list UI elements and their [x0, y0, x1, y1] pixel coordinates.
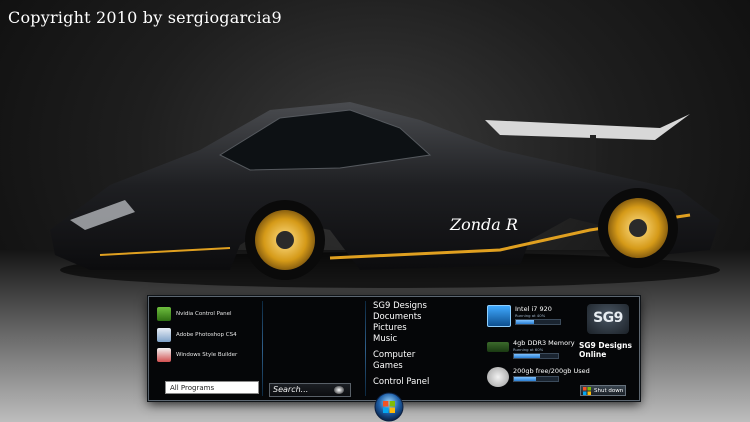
all-programs-button[interactable]: All Programs	[165, 381, 259, 394]
shutdown-button[interactable]: Shut down	[580, 385, 626, 396]
column-divider	[262, 301, 263, 396]
memory-sub: Running at 60%	[513, 347, 544, 352]
program-label: Adobe Photoshop CS4	[176, 332, 237, 338]
intel-core-icon	[487, 305, 511, 327]
search-placeholder: Search...	[273, 385, 309, 394]
place-computer[interactable]: Computer	[373, 350, 485, 361]
start-orb-button[interactable]	[374, 392, 404, 422]
windows-flag-icon	[583, 386, 591, 395]
program-windows-style-builder[interactable]: Windows Style Builder	[157, 346, 237, 364]
photoshop-icon	[157, 328, 171, 342]
disk-bar-fill	[514, 377, 536, 381]
system-info-panel: Intel i7 920 Running at 40% 4gb DDR3 Mem…	[483, 301, 633, 396]
memory-title: 4gb DDR3 Memory	[513, 339, 575, 347]
memory-gadget: 4gb DDR3 Memory Running at 60%	[487, 339, 575, 359]
memory-module-icon	[487, 342, 509, 352]
cpu-bar-fill	[516, 320, 534, 324]
memory-bar	[513, 353, 559, 359]
program-adobe-photoshop[interactable]: Adobe Photoshop CS4	[157, 326, 237, 344]
column-divider	[365, 301, 366, 396]
memory-bar-fill	[514, 354, 541, 358]
search-input[interactable]: Search...	[269, 383, 351, 397]
place-pictures[interactable]: Pictures	[373, 323, 485, 334]
place-games[interactable]: Games	[373, 361, 485, 372]
places-list: SG9 Designs Documents Pictures Music Com…	[373, 301, 485, 388]
cpu-gadget: Intel i7 920 Running at 40%	[487, 305, 561, 327]
nvidia-icon	[157, 307, 171, 321]
copyright-text: Copyright 2010 by sergiogarcia9	[8, 8, 282, 27]
search-glow-icon	[334, 386, 344, 394]
program-label: Windows Style Builder	[176, 352, 238, 358]
program-nvidia-control-panel[interactable]: Nvidia Control Panel	[157, 305, 232, 323]
place-music[interactable]: Music	[373, 334, 485, 345]
cpu-title: Intel i7 920	[515, 305, 552, 313]
disk-title: 200gb free/200gb Used	[513, 367, 590, 375]
disk-bar	[513, 376, 559, 382]
cpu-sub: Running at 40%	[515, 313, 546, 318]
car-model-text: Zonda R	[449, 215, 518, 234]
program-label: Nvidia Control Panel	[176, 311, 232, 317]
car-illustration: Zonda R	[50, 102, 720, 288]
cpu-bar	[515, 319, 561, 325]
shutdown-label: Shut down	[594, 387, 624, 394]
place-documents[interactable]: Documents	[373, 312, 485, 323]
brand-text: SG9 Designs Online	[579, 341, 632, 359]
sg9-logo[interactable]: SG9	[587, 304, 629, 334]
start-menu: Nvidia Control Panel Adobe Photoshop CS4…	[148, 296, 640, 401]
disk-gadget: 200gb free/200gb Used	[487, 367, 590, 387]
hard-drive-icon	[487, 367, 509, 387]
style-builder-icon	[157, 348, 171, 362]
place-sg9-designs[interactable]: SG9 Designs	[373, 301, 485, 312]
place-control-panel[interactable]: Control Panel	[373, 377, 485, 388]
pinned-programs-list: Nvidia Control Panel Adobe Photoshop CS4…	[153, 301, 263, 396]
